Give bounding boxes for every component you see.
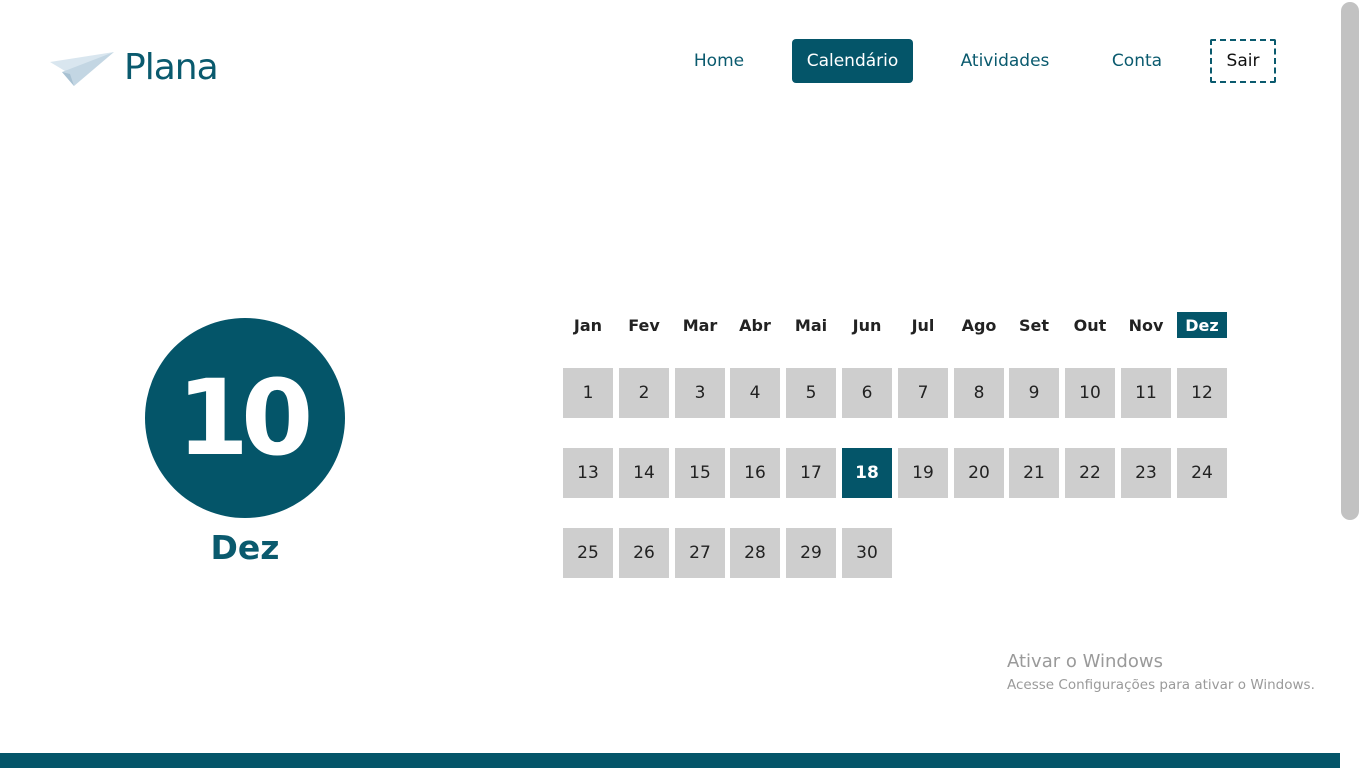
selected-day-number: 10 xyxy=(176,357,314,479)
day-cell-12[interactable]: 12 xyxy=(1177,368,1227,418)
day-cell-23[interactable]: 23 xyxy=(1121,448,1171,498)
day-cell-9[interactable]: 9 xyxy=(1009,368,1059,418)
day-cell-5[interactable]: 5 xyxy=(786,368,836,418)
month-jan[interactable]: Jan xyxy=(563,312,613,338)
day-cell-1[interactable]: 1 xyxy=(563,368,613,418)
windows-activation-watermark: Ativar o Windows Acesse Configurações pa… xyxy=(1007,651,1315,695)
month-mai[interactable]: Mai xyxy=(786,312,836,338)
month-dez[interactable]: Dez xyxy=(1177,312,1227,338)
nav-item-calendario[interactable]: Calendário xyxy=(792,39,913,83)
day-cell-24[interactable]: 24 xyxy=(1177,448,1227,498)
footer-bar xyxy=(0,753,1340,768)
day-cell-16[interactable]: 16 xyxy=(730,448,780,498)
day-cell-13[interactable]: 13 xyxy=(563,448,613,498)
day-cell-6[interactable]: 6 xyxy=(842,368,892,418)
main-nav: Home Calendário Atividades Conta Sair xyxy=(0,39,1360,83)
selected-month-label: Dez xyxy=(210,528,280,567)
day-cell-27[interactable]: 27 xyxy=(675,528,725,578)
day-cell-29[interactable]: 29 xyxy=(786,528,836,578)
day-cell-18[interactable]: 18 xyxy=(842,448,892,498)
day-cell-11[interactable]: 11 xyxy=(1121,368,1171,418)
day-cell-10[interactable]: 10 xyxy=(1065,368,1115,418)
day-cell-30[interactable]: 30 xyxy=(842,528,892,578)
month-mar[interactable]: Mar xyxy=(675,312,725,338)
month-fev[interactable]: Fev xyxy=(619,312,669,338)
month-out[interactable]: Out xyxy=(1065,312,1115,338)
watermark-subtitle: Acesse Configurações para ativar o Windo… xyxy=(1007,677,1315,693)
nav-item-home[interactable]: Home xyxy=(688,39,750,83)
month-jun[interactable]: Jun xyxy=(842,312,892,338)
month-set[interactable]: Set xyxy=(1009,312,1059,338)
nav-item-conta[interactable]: Conta xyxy=(1106,39,1168,83)
day-cell-25[interactable]: 25 xyxy=(563,528,613,578)
month-nov[interactable]: Nov xyxy=(1121,312,1171,338)
selected-day-circle: 10 xyxy=(145,318,345,518)
day-cell-2[interactable]: 2 xyxy=(619,368,669,418)
day-cell-8[interactable]: 8 xyxy=(954,368,1004,418)
watermark-title: Ativar o Windows xyxy=(1007,651,1163,672)
day-cell-28[interactable]: 28 xyxy=(730,528,780,578)
month-ago[interactable]: Ago xyxy=(954,312,1004,338)
day-cell-22[interactable]: 22 xyxy=(1065,448,1115,498)
day-cell-3[interactable]: 3 xyxy=(675,368,725,418)
day-cell-26[interactable]: 26 xyxy=(619,528,669,578)
day-cell-14[interactable]: 14 xyxy=(619,448,669,498)
day-cell-7[interactable]: 7 xyxy=(898,368,948,418)
day-cell-21[interactable]: 21 xyxy=(1009,448,1059,498)
month-abr[interactable]: Abr xyxy=(730,312,780,338)
day-cell-20[interactable]: 20 xyxy=(954,448,1004,498)
month-jul[interactable]: Jul xyxy=(898,312,948,338)
month-selector: Jan Fev Mar Abr Mai Jun Jul Ago Set Out Nov Dez xyxy=(563,312,1243,338)
day-cell-15[interactable]: 15 xyxy=(675,448,725,498)
day-cell-17[interactable]: 17 xyxy=(786,448,836,498)
day-cell-4[interactable]: 4 xyxy=(730,368,780,418)
scrollbar-thumb[interactable] xyxy=(1341,2,1359,520)
nav-item-atividades[interactable]: Atividades xyxy=(955,39,1055,83)
day-grid: 1 2 3 4 5 6 7 8 9 10 11 12 13 14 15 16 17 18 19 20 21 22 23 24 2… xyxy=(563,368,1243,578)
logout-button[interactable]: Sair xyxy=(1210,39,1276,83)
day-cell-19[interactable]: 19 xyxy=(898,448,948,498)
